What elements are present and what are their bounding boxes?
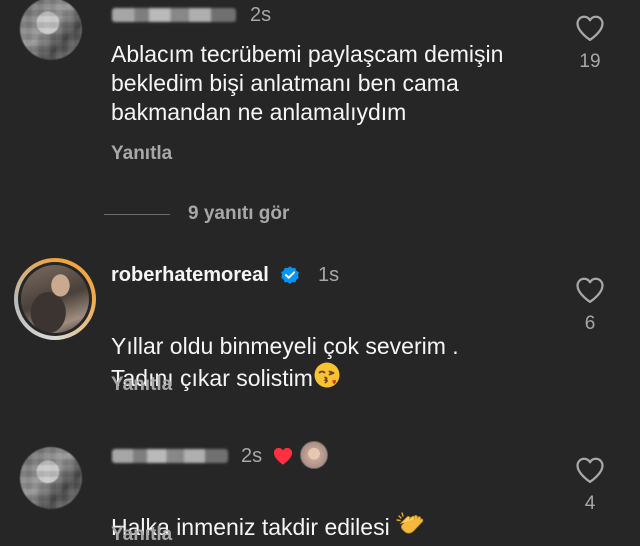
heart-icon[interactable] (575, 14, 605, 42)
timestamp: 1s (318, 264, 340, 286)
heart-icon[interactable] (575, 456, 605, 484)
username-blurred[interactable] (112, 8, 236, 22)
avatar[interactable] (21, 265, 89, 333)
view-replies-label: 9 yanıtı gör (188, 203, 290, 224)
author-avatar (300, 441, 328, 469)
heart-icon[interactable] (575, 276, 605, 304)
reply-button[interactable]: Yanıtla (111, 143, 172, 165)
verified-badge-icon (281, 266, 299, 284)
username[interactable]: roberhatemoreal (111, 264, 269, 287)
liked-by-author-heart-icon (273, 447, 293, 465)
reply-button[interactable]: Yanıtla (111, 524, 172, 546)
username-blurred[interactable] (112, 449, 228, 463)
reply-button[interactable]: Yanıtla (111, 374, 172, 396)
like-count: 6 (584, 313, 596, 334)
like-count: 4 (584, 493, 596, 514)
avatar[interactable] (20, 0, 82, 60)
kissing-face-emoji (314, 362, 340, 388)
timestamp: 2s (241, 445, 263, 467)
avatar[interactable] (20, 447, 82, 509)
timestamp: 2s (250, 4, 272, 26)
like-count: 19 (579, 51, 601, 72)
divider-line (104, 214, 170, 215)
clapping-hands-emoji (396, 512, 424, 534)
comment-1: 2s Ablacım tecrübemi paylaşcam demişin b… (0, 0, 640, 190)
comment-text: Ablacım tecrübemi paylaşcam demişin bekl… (111, 41, 504, 125)
